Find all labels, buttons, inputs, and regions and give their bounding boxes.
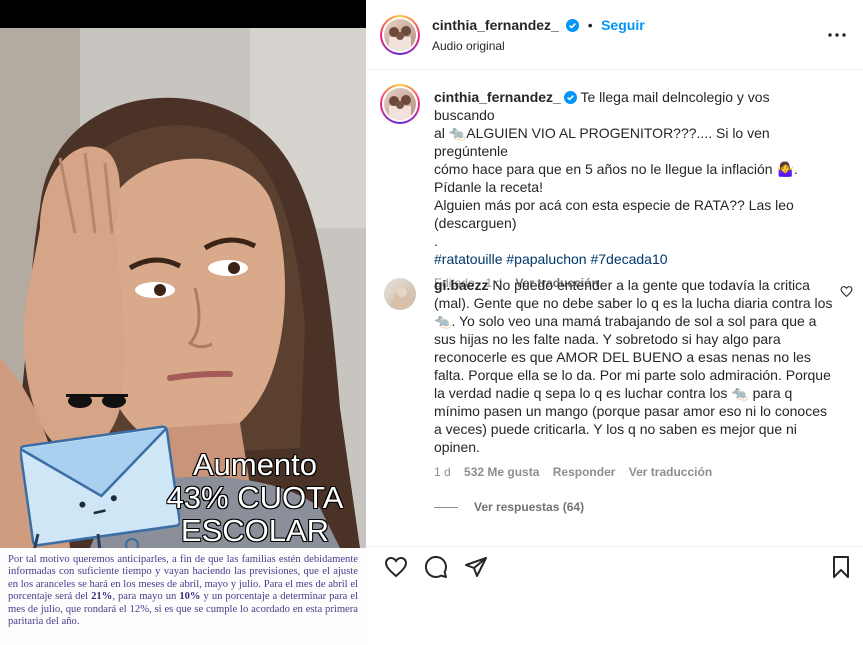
notice-bold-1: 21% xyxy=(91,591,113,603)
separator-dot: • xyxy=(587,17,593,33)
author-avatar xyxy=(384,19,416,51)
comment-text: gi.baezz No puedo entender a la gente qu… xyxy=(434,276,834,456)
commenter-avatar[interactable] xyxy=(384,278,416,310)
rat-emoji-icon-3: 🐀 xyxy=(731,385,749,401)
commenter-username[interactable]: gi.baezz xyxy=(434,277,488,293)
caption-line-2a: al xyxy=(434,125,449,141)
like-heart-icon[interactable] xyxy=(384,555,408,579)
verified-badge-icon xyxy=(566,19,580,32)
caption-hashtags[interactable]: #ratatouille #papaluchon #7decada10 xyxy=(434,250,834,268)
overlay-headline: Aumento 43% CUOTA ESCOLAR xyxy=(150,447,360,548)
more-options-icon[interactable] xyxy=(827,25,847,45)
reply-button[interactable]: Responder xyxy=(553,465,616,479)
follow-button[interactable]: Seguir xyxy=(601,17,645,33)
post-actions-bar xyxy=(366,546,863,645)
caption-author-avatar xyxy=(384,88,416,120)
sunglasses-sticker xyxy=(66,394,128,408)
overlay-line-2: 43% CUOTA xyxy=(166,480,344,515)
view-replies-label: Ver respuestas (64) xyxy=(474,500,585,514)
woman-shrugging-emoji-icon: 🤷‍♀️ xyxy=(776,161,794,177)
caption-verified-badge-icon xyxy=(563,90,577,104)
bookmark-icon[interactable] xyxy=(829,555,853,579)
caption-line-7: . xyxy=(434,233,438,249)
comment-bubble-icon[interactable] xyxy=(424,555,448,579)
post-side-panel: cinthia_fernandez_ • Seguir Audio origin… xyxy=(366,0,863,645)
caption-line-5: Alguien más por acá con esta especie de … xyxy=(434,197,794,213)
comment-likes[interactable]: 532 Me gusta xyxy=(464,465,539,479)
comment-meta: 1 d 532 Me gusta Responder Ver traducció… xyxy=(434,465,722,479)
post-media[interactable]: Aumento 43% CUOTA ESCOLAR Por tal motivo… xyxy=(0,0,366,645)
share-send-icon[interactable] xyxy=(464,555,488,579)
rat-emoji-icon: 🐀 xyxy=(448,125,467,141)
caption-author-avatar-ring[interactable] xyxy=(380,84,420,124)
author-avatar-ring[interactable] xyxy=(380,15,420,55)
caption-line-6: (descarguen) xyxy=(434,215,517,231)
comment-part-1: No puedo entender a la gente que todavía… xyxy=(434,277,833,311)
school-notice-text: Por tal motivo queremos anticiparles, a … xyxy=(0,548,366,645)
caption-line-3b: . xyxy=(793,161,798,177)
instagram-post-view: Aumento 43% CUOTA ESCOLAR Por tal motivo… xyxy=(0,0,863,645)
post-header: cinthia_fernandez_ • Seguir Audio origin… xyxy=(366,0,863,70)
notice-part-2: , para mayo un xyxy=(112,591,180,603)
notice-bold-2: 10% xyxy=(179,591,201,603)
comment-time[interactable]: 1 d xyxy=(434,465,451,479)
media-top-bar xyxy=(0,0,366,28)
view-replies-button[interactable]: Ver respuestas (64) xyxy=(434,500,584,514)
audio-label[interactable]: Audio original xyxy=(432,39,505,53)
caption-line-3a: cómo hace para que en 5 años no le llegu… xyxy=(434,161,777,177)
caption-line-2b: ALGUIEN VIO AL PROGENITOR???.... Si lo v… xyxy=(434,125,770,159)
comment-like-heart-icon[interactable] xyxy=(840,285,853,298)
replies-divider-line xyxy=(434,506,458,508)
caption-author[interactable]: cinthia_fernandez_ xyxy=(434,89,561,105)
overlay-line-3: ESCOLAR xyxy=(180,513,330,548)
author-username[interactable]: cinthia_fernandez_ xyxy=(432,17,559,33)
post-caption: cinthia_fernandez_ Te llega mail delncol… xyxy=(366,70,863,290)
overlay-line-1: Aumento xyxy=(192,447,318,482)
comment-translate-link[interactable]: Ver traducción xyxy=(629,465,712,479)
rat-emoji-icon-2: 🐀 xyxy=(434,313,452,329)
caption-text: cinthia_fernandez_ Te llega mail delncol… xyxy=(434,88,834,292)
caption-line-4: Pídanle la receta! xyxy=(434,179,543,195)
